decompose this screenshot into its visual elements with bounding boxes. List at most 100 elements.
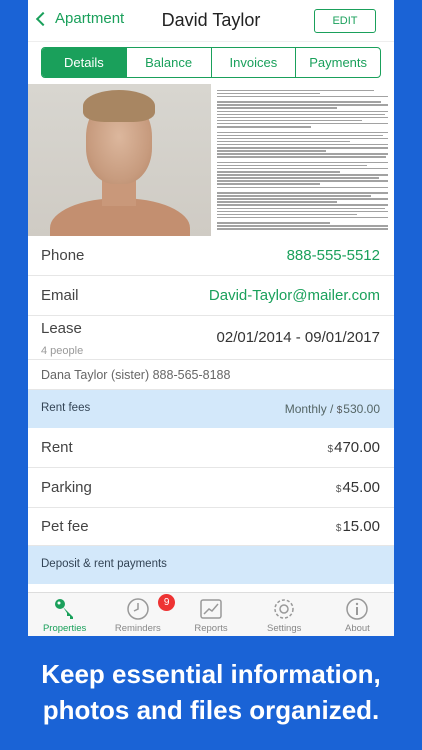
doc-text-line xyxy=(217,174,388,176)
doc-text-line xyxy=(217,143,388,146)
info-icon xyxy=(346,598,369,620)
doc-text-line xyxy=(217,216,388,219)
doc-text-line xyxy=(217,107,337,109)
tab-details[interactable]: Details xyxy=(42,48,127,77)
rent-total-currency: $ xyxy=(336,405,343,416)
fee-value: 470.00 xyxy=(334,439,380,456)
tabbar-label: Settings xyxy=(267,623,302,634)
doc-text-line xyxy=(217,134,383,137)
lease-row[interactable]: Lease 4 people 02/01/2014 - 09/01/2017 xyxy=(28,316,394,360)
rent-total: Monthly / $530.00 xyxy=(285,402,380,416)
doc-text-line xyxy=(217,164,368,167)
fee-value: 15.00 xyxy=(342,518,380,535)
doc-text-line xyxy=(217,228,388,230)
contact-row[interactable]: Dana Taylor (sister) 888-565-8188 xyxy=(28,360,394,390)
doc-text-line xyxy=(217,204,388,206)
tab-payments[interactable]: Payments xyxy=(296,48,380,77)
nav-bar: Apartment David Taylor EDIT xyxy=(28,0,394,42)
app-screen: Apartment David Taylor EDIT Details Bala… xyxy=(28,0,394,636)
clock-icon xyxy=(127,598,149,620)
email-label: Email xyxy=(41,287,79,304)
photo-hair xyxy=(83,90,155,122)
email-value[interactable]: David-Taylor@mailer.com xyxy=(209,287,380,304)
doc-text-line xyxy=(217,153,388,155)
doc-text-line xyxy=(217,198,388,200)
doc-text-line xyxy=(217,116,388,119)
phone-row[interactable]: Phone 888-555-5512 xyxy=(28,236,394,276)
marketing-caption: Keep essential information, photos and f… xyxy=(0,656,422,728)
doc-text-line xyxy=(217,110,388,113)
doc-text-line xyxy=(217,150,327,152)
doc-text-line xyxy=(217,95,388,98)
doc-text-line xyxy=(217,207,385,209)
phone-value[interactable]: 888-555-5512 xyxy=(287,247,380,264)
doc-text-line xyxy=(217,161,388,164)
tabbar-label: Reports xyxy=(194,623,228,634)
fee-currency: $ xyxy=(335,484,342,495)
doc-text-line xyxy=(217,186,388,189)
email-row[interactable]: Email David-Taylor@mailer.com xyxy=(28,276,394,316)
tabbar-label: Reminders xyxy=(114,623,161,634)
reminders-badge: 9 xyxy=(158,594,176,611)
fee-amount: $470.00 xyxy=(328,439,380,456)
edit-button[interactable]: EDIT xyxy=(314,9,376,33)
fee-label: Rent xyxy=(41,439,73,456)
doc-text-line xyxy=(217,113,385,116)
fee-row-rent[interactable]: Rent $470.00 xyxy=(28,428,394,468)
doc-text-line xyxy=(217,122,388,125)
fee-amount: $15.00 xyxy=(336,518,380,535)
doc-text-line xyxy=(217,104,388,106)
doc-text-line xyxy=(217,137,388,140)
rent-total-amount: 530.00 xyxy=(343,402,380,416)
tenant-photo[interactable] xyxy=(28,84,211,236)
doc-text-line xyxy=(217,156,387,158)
fee-row-parking[interactable]: Parking $45.00 xyxy=(28,468,394,508)
doc-text-line xyxy=(217,183,320,185)
doc-text-line xyxy=(217,210,388,213)
doc-text-line xyxy=(217,213,358,216)
doc-text-line xyxy=(217,225,388,227)
fee-label: Pet fee xyxy=(41,518,89,535)
tabbar-settings[interactable]: Settings xyxy=(248,593,321,636)
tab-balance[interactable]: Balance xyxy=(127,48,212,77)
caption-line-2: photos and files organized. xyxy=(42,695,380,725)
rent-fees-section: Rent fees Monthly / $530.00 xyxy=(28,390,394,428)
rent-fees-label: Rent fees xyxy=(41,402,91,414)
rent-period: Monthly / xyxy=(284,402,337,416)
tab-invoices[interactable]: Invoices xyxy=(212,48,297,77)
lease-occupants: 4 people xyxy=(41,345,84,357)
deposit-label: Deposit & rent payments xyxy=(41,558,167,570)
doc-text-line xyxy=(217,167,388,170)
fee-label: Parking xyxy=(41,479,92,496)
doc-text-line xyxy=(217,89,375,92)
fee-amount: $45.00 xyxy=(336,479,380,496)
tabbar-about[interactable]: About xyxy=(321,593,394,636)
doc-text-line xyxy=(217,119,363,122)
fee-row-pet[interactable]: Pet fee $15.00 xyxy=(28,508,394,546)
doc-text-line xyxy=(217,201,337,203)
doc-text-line xyxy=(217,177,380,179)
caption-line-1: Keep essential information, xyxy=(41,659,381,689)
fee-currency: $ xyxy=(327,444,334,455)
deposit-section: Deposit & rent payments xyxy=(28,546,394,584)
doc-text-line xyxy=(217,131,388,134)
tabbar-properties[interactable]: Properties xyxy=(28,593,101,636)
lease-document-thumbnail[interactable] xyxy=(211,84,394,236)
doc-text-line xyxy=(217,171,341,173)
tab-bar: Properties 9 Reminders Reports Settings xyxy=(28,592,394,636)
lease-label: Lease xyxy=(41,320,82,337)
tabbar-reports[interactable]: Reports xyxy=(174,593,247,636)
media-strip xyxy=(28,84,394,236)
doc-text-line xyxy=(217,195,371,197)
tabbar-label: About xyxy=(345,623,370,634)
doc-text-line xyxy=(217,147,388,149)
tabbar-label: Properties xyxy=(42,623,87,634)
chart-icon xyxy=(200,599,222,619)
doc-text-line xyxy=(217,92,320,95)
doc-text-line xyxy=(217,126,312,128)
tabbar-reminders[interactable]: 9 Reminders xyxy=(101,593,176,636)
fee-currency: $ xyxy=(335,523,342,534)
doc-text-line xyxy=(217,180,388,182)
doc-text-line xyxy=(217,192,388,194)
lease-dates: 02/01/2014 - 09/01/2017 xyxy=(216,329,380,346)
